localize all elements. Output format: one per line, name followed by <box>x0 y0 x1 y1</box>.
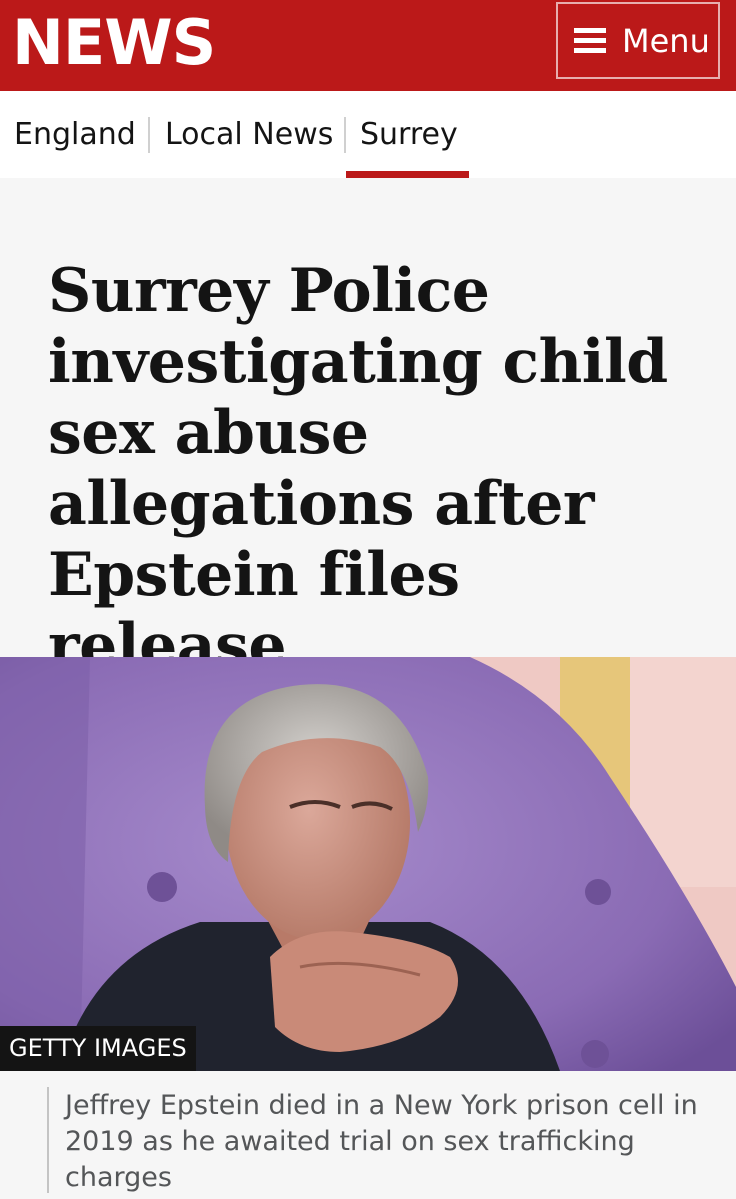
image-credit: GETTY IMAGES <box>0 1026 196 1071</box>
menu-button-label: Menu <box>622 21 710 60</box>
image-caption: Jeffrey Epstein died in a New York priso… <box>65 1090 698 1193</box>
subnav-divider <box>344 117 346 153</box>
active-section-indicator <box>346 171 469 178</box>
section-navigation: England Local News Surrey <box>0 91 736 178</box>
article-lead-image <box>0 657 736 1071</box>
menu-button[interactable]: Menu <box>556 2 720 79</box>
masthead: NEWS Menu <box>0 0 736 91</box>
news-logo[interactable]: NEWS <box>12 6 216 80</box>
subnav-item-local-news[interactable]: Local News <box>165 117 333 153</box>
hamburger-menu-icon <box>574 27 606 54</box>
subnav-divider <box>148 117 150 153</box>
caption-rule <box>47 1087 49 1193</box>
subnav-item-england[interactable]: England <box>14 117 136 153</box>
article-headline: Surrey Police investigating child sex ab… <box>48 256 668 681</box>
subnav-item-surrey[interactable]: Surrey <box>360 117 458 153</box>
article-photo-illustration <box>0 657 736 1071</box>
